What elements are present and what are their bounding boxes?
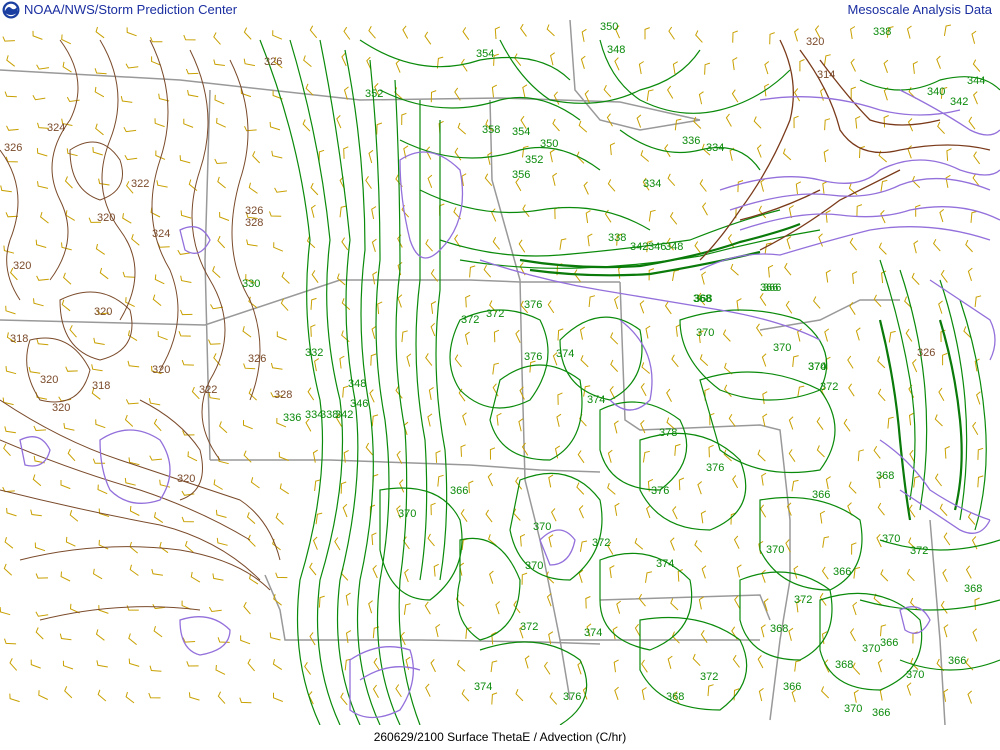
product-title: Mesoscale Analysis Data [847, 2, 992, 17]
contour-label: 372 [520, 621, 538, 633]
map-caption: 260629/2100 Surface ThetaE / Advection (… [373, 730, 627, 744]
contour-label: 342 [335, 409, 353, 421]
contour-label: 376 [524, 299, 542, 311]
contour-label: 366 [450, 485, 468, 497]
contour-label: 320 [806, 36, 824, 48]
contour-label: 354 [476, 48, 494, 60]
contour-label: 368 [835, 659, 853, 671]
contour-label: 324 [47, 122, 65, 134]
contour-label: 368 [666, 691, 684, 703]
contour-label: 348 [348, 378, 366, 390]
contour-label: 374 [584, 627, 602, 639]
contour-label: 326 [264, 56, 282, 68]
contour-label: 366 [833, 566, 851, 578]
contour-label: 366 [763, 282, 781, 294]
contour-label: 342 [630, 241, 648, 253]
contour-label: 368 [693, 293, 711, 305]
contour-label: 370 [844, 703, 862, 715]
contour-label: 372 [794, 594, 812, 606]
contour-label: 342 [950, 96, 968, 108]
contour-label: 344 [967, 75, 985, 87]
contour-label: 374 [656, 558, 674, 570]
contour-label: 368 [770, 623, 788, 635]
contour-label: 372 [486, 308, 504, 320]
contour-label: 374 [474, 681, 492, 693]
contour-label: 370 [398, 508, 416, 520]
contour-label: 320 [97, 212, 115, 224]
contour-label: 368 [876, 470, 894, 482]
contour-label: 370 [906, 669, 924, 681]
contour-label: 336 [283, 412, 301, 424]
contour-label: 374 [808, 361, 826, 373]
contour-label: 376 [706, 462, 724, 474]
contour-label: 326 [248, 353, 266, 365]
contour-label: 368 [964, 583, 982, 595]
contour-label: 338 [873, 26, 891, 38]
contour-label: 370 [533, 521, 551, 533]
contour-label: 366 [872, 707, 890, 719]
contour-label: 334 [643, 178, 661, 190]
contour-label: 354 [512, 126, 530, 138]
contour-label: 322 [199, 384, 217, 396]
contour-label: 340 [927, 86, 945, 98]
contour-label: 328 [274, 389, 292, 401]
contour-label: 320 [177, 473, 195, 485]
contour-label: 314 [817, 69, 835, 81]
contour-label: 326 [4, 142, 22, 154]
contour-label: 378 [659, 427, 677, 439]
contour-label: 322 [131, 178, 149, 190]
contour-label: 350 [600, 21, 618, 33]
noaa-logo-icon [2, 1, 20, 19]
contour-label: 320 [13, 260, 31, 272]
contour-label: 346 [648, 241, 666, 253]
contour-label: 372 [592, 537, 610, 549]
contour-label: 370 [773, 342, 791, 354]
contour-label: 348 [607, 44, 625, 56]
contour-label: 370 [862, 643, 880, 655]
contour-label: 370 [525, 560, 543, 572]
contour-label: 320 [52, 402, 70, 414]
contour-label: 352 [365, 88, 383, 100]
contour-label: 346 [350, 398, 368, 410]
contour-label: 366 [783, 681, 801, 693]
contour-label: 334 [706, 142, 724, 154]
contour-label: 356 [512, 169, 530, 181]
contour-label: 358 [482, 124, 500, 136]
contour-label: 320 [152, 364, 170, 376]
contour-label: 370 [696, 327, 714, 339]
contour-label: 336 [682, 135, 700, 147]
contour-label: 372 [820, 381, 838, 393]
contour-label: 374 [556, 348, 574, 360]
contour-label: 326 [917, 347, 935, 359]
contour-label: 366 [812, 489, 830, 501]
contour-label: 376 [524, 351, 542, 363]
contour-label: 320 [94, 306, 112, 318]
contour-label: 326 [245, 205, 263, 217]
header-bar: NOAA/NWS/Storm Prediction Center Mesosca… [0, 0, 1000, 20]
contour-label: 338 [608, 232, 626, 244]
contour-label: 332 [305, 347, 323, 359]
contour-label: 366 [880, 637, 898, 649]
contour-label: 318 [92, 380, 110, 392]
contour-label: 372 [910, 545, 928, 557]
contour-label: 352 [525, 154, 543, 166]
contour-label: 330 [242, 278, 260, 290]
contour-label: 348 [665, 241, 683, 253]
contour-label: 372 [461, 314, 479, 326]
weather-map: 350 348 354 352 358 354 350 352 356 334 … [0, 19, 1000, 726]
contour-label: 370 [766, 544, 784, 556]
contour-label: 374 [587, 394, 605, 406]
contour-label: 366 [948, 655, 966, 667]
agency-title: NOAA/NWS/Storm Prediction Center [24, 2, 238, 17]
contour-label: 376 [651, 485, 669, 497]
contour-label: 318 [10, 333, 28, 345]
contour-label: 372 [700, 671, 718, 683]
contour-label: 370 [882, 533, 900, 545]
contour-label: 320 [40, 374, 58, 386]
contour-label: 350 [540, 138, 558, 150]
contour-label: 376 [563, 691, 581, 703]
contour-label: 324 [152, 228, 170, 240]
footer-bar: 260629/2100 Surface ThetaE / Advection (… [0, 726, 1000, 750]
contour-label: 328 [245, 217, 263, 229]
